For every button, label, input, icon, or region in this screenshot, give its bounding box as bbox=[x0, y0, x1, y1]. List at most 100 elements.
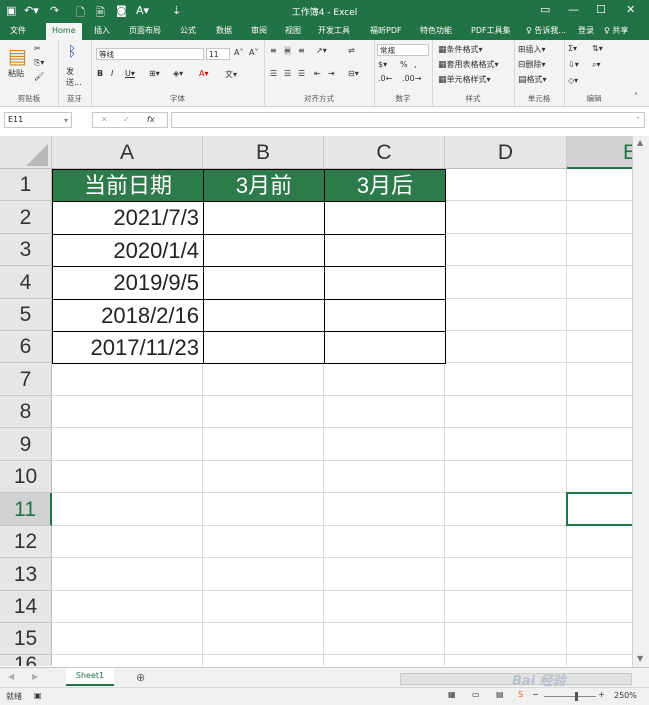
zoom-slider-thumb[interactable] bbox=[575, 692, 578, 701]
insert-function-icon[interactable]: fx bbox=[147, 115, 155, 124]
align-bottom-icon[interactable]: ≡ bbox=[298, 46, 305, 55]
close-icon[interactable]: ✕ bbox=[626, 3, 635, 16]
align-right-icon[interactable]: ☰ bbox=[298, 69, 305, 78]
header-cell-3-months-after[interactable]: 3月后 bbox=[324, 169, 446, 202]
font-color-ribbon-icon[interactable]: A▾ bbox=[199, 69, 209, 78]
comma-icon[interactable]: , bbox=[414, 60, 417, 69]
fill-icon[interactable]: ⇩▾ bbox=[568, 60, 579, 69]
align-middle-icon[interactable]: ≡ bbox=[284, 46, 291, 55]
zoom-in-icon[interactable]: + bbox=[598, 690, 605, 699]
format-cells-button[interactable]: ▤格式▾ bbox=[518, 74, 547, 85]
row-header-11[interactable]: 11 bbox=[0, 493, 52, 526]
merge-center-icon[interactable]: ⊟▾ bbox=[348, 69, 359, 78]
row-header-9[interactable]: 9 bbox=[0, 428, 52, 461]
select-all-corner[interactable] bbox=[0, 136, 52, 169]
column-header-d[interactable]: D bbox=[445, 136, 567, 169]
column-header-c[interactable]: C bbox=[324, 136, 445, 169]
tell-me-search[interactable]: ♀ 告诉我... bbox=[526, 25, 566, 36]
tab-pdf-tools[interactable]: PDF工具集 bbox=[471, 25, 511, 36]
tab-page-layout[interactable]: 页面布局 bbox=[129, 25, 161, 36]
row-header-13[interactable]: 13 bbox=[0, 558, 52, 591]
decrease-decimal-icon[interactable]: .00→ bbox=[402, 74, 421, 83]
tab-features[interactable]: 特色功能 bbox=[420, 25, 452, 36]
sheet-tab-sheet1[interactable]: Sheet1 bbox=[66, 668, 114, 686]
tab-review[interactable]: 审阅 bbox=[251, 25, 267, 36]
font-name-select[interactable]: 等线 bbox=[96, 48, 204, 60]
italic-icon[interactable]: I bbox=[111, 69, 113, 78]
column-header-b[interactable]: B bbox=[203, 136, 324, 169]
row-header-14[interactable]: 14 bbox=[0, 591, 52, 623]
decrease-indent-icon[interactable]: ⇤ bbox=[314, 69, 321, 78]
table-format-button[interactable]: ▦套用表格格式▾ bbox=[438, 59, 499, 70]
header-cell-current-date[interactable]: 当前日期 bbox=[52, 169, 204, 202]
collapse-ribbon-icon[interactable]: ˄ bbox=[634, 92, 638, 101]
cell-b5[interactable] bbox=[203, 299, 325, 332]
tab-insert[interactable]: 插入 bbox=[94, 25, 110, 36]
copy-icon[interactable]: ⎘▾ bbox=[34, 58, 44, 68]
row-header-4[interactable]: 4 bbox=[0, 266, 52, 299]
autosum-icon[interactable]: Σ▾ bbox=[568, 44, 577, 53]
page-layout-view-icon[interactable]: ▭ bbox=[472, 690, 480, 699]
cancel-icon[interactable]: ✕ bbox=[101, 115, 108, 124]
row-header-12[interactable]: 12 bbox=[0, 526, 52, 558]
orientation-icon[interactable]: ↗▾ bbox=[316, 46, 327, 55]
cell-b3[interactable] bbox=[203, 234, 325, 267]
clear-icon[interactable]: ◇▾ bbox=[568, 76, 578, 85]
row-header-6[interactable]: 6 bbox=[0, 331, 52, 363]
expand-formula-icon[interactable]: ˅ bbox=[636, 116, 640, 125]
increase-indent-icon[interactable]: ⇥ bbox=[328, 69, 335, 78]
enter-icon[interactable]: ✓ bbox=[123, 115, 130, 124]
row-header-10[interactable]: 10 bbox=[0, 461, 52, 493]
maximize-icon[interactable]: ☐ bbox=[596, 3, 606, 16]
zoom-level[interactable]: 250% bbox=[614, 691, 637, 700]
scroll-up-icon[interactable]: ▲ bbox=[637, 138, 643, 147]
name-box[interactable]: E11 bbox=[4, 112, 72, 128]
spreadsheet-grid[interactable]: A B C D E 1 2 3 4 5 6 7 8 9 10 11 12 13 … bbox=[0, 136, 632, 666]
border-icon[interactable]: ⊞▾ bbox=[149, 69, 160, 78]
vertical-scrollbar[interactable]: ▲ ▼ bbox=[632, 136, 649, 667]
tab-view[interactable]: 视图 bbox=[285, 25, 301, 36]
percent-icon[interactable]: % bbox=[400, 60, 408, 69]
paste-icon[interactable]: ▤ bbox=[8, 44, 27, 68]
cell-c4[interactable] bbox=[324, 266, 446, 300]
cell-c2[interactable] bbox=[324, 201, 446, 235]
phonetic-icon[interactable]: 文▾ bbox=[225, 69, 237, 80]
normal-view-icon[interactable]: ▦ bbox=[448, 690, 456, 699]
date-cell[interactable]: 2019/9/5 bbox=[52, 266, 204, 300]
row-header-15[interactable]: 15 bbox=[0, 623, 52, 655]
delete-cells-button[interactable]: ⊟删除▾ bbox=[518, 59, 546, 70]
tab-home[interactable]: Home bbox=[46, 23, 82, 40]
prev-sheet-icon[interactable]: ◀ bbox=[8, 672, 14, 681]
login-button[interactable]: 登录 bbox=[578, 25, 594, 36]
conditional-format-button[interactable]: ▦条件格式▾ bbox=[438, 44, 483, 55]
cell-c5[interactable] bbox=[324, 299, 446, 332]
row-header-3[interactable]: 3 bbox=[0, 234, 52, 266]
bold-icon[interactable]: B bbox=[97, 69, 103, 78]
cell-b6[interactable] bbox=[203, 331, 325, 364]
tab-data[interactable]: 数据 bbox=[216, 25, 232, 36]
cell-b2[interactable] bbox=[203, 201, 325, 235]
date-cell[interactable]: 2021/7/3 bbox=[52, 201, 204, 235]
zoom-slider[interactable] bbox=[544, 696, 596, 697]
share-button[interactable]: ♀ 共享 bbox=[604, 25, 628, 36]
date-cell[interactable]: 2020/1/4 bbox=[52, 234, 204, 267]
name-box-dropdown-icon[interactable]: ▾ bbox=[64, 116, 68, 125]
number-format-select[interactable]: 常规 bbox=[377, 44, 429, 56]
sort-filter-icon[interactable]: ⇅▾ bbox=[592, 44, 603, 53]
underline-icon[interactable]: U▾ bbox=[125, 69, 135, 78]
cell-b4[interactable] bbox=[203, 266, 325, 300]
scroll-down-icon[interactable]: ▼ bbox=[637, 654, 643, 663]
paste-button[interactable]: 粘贴 bbox=[8, 68, 24, 79]
tab-file[interactable]: 文件 bbox=[10, 25, 26, 36]
tab-formulas[interactable]: 公式 bbox=[180, 25, 196, 36]
row-header-5[interactable]: 5 bbox=[0, 299, 52, 331]
tab-foxit-pdf[interactable]: 福昕PDF bbox=[370, 25, 402, 36]
cut-icon[interactable]: ✂ bbox=[34, 44, 41, 53]
row-header-16[interactable]: 16 bbox=[0, 654, 52, 666]
next-sheet-icon[interactable]: ▶ bbox=[32, 672, 38, 681]
insert-cells-button[interactable]: ⊞插入▾ bbox=[518, 44, 546, 55]
row-header-7[interactable]: 7 bbox=[0, 363, 52, 396]
font-size-select[interactable]: 11 bbox=[206, 48, 230, 60]
increase-decimal-icon[interactable]: .0← bbox=[378, 74, 392, 83]
align-top-icon[interactable]: ≡ bbox=[270, 46, 277, 55]
